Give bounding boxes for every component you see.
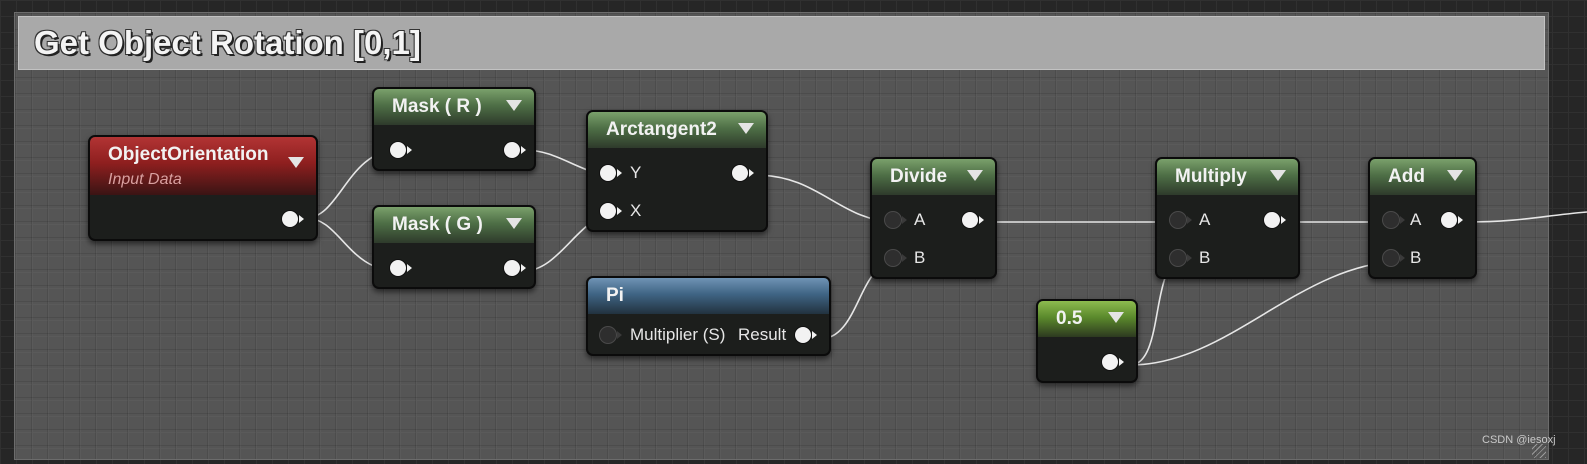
comment-resize-grip-icon[interactable] <box>1532 444 1546 458</box>
arctangent2-header[interactable]: Arctangent2 <box>588 112 766 148</box>
output-pin-result[interactable] <box>795 327 817 343</box>
collapse-chevron-icon[interactable] <box>1447 170 1463 181</box>
constant-node[interactable]: 0.5 <box>1036 299 1138 383</box>
output-pin[interactable] <box>962 212 984 228</box>
node-title: Pi <box>606 285 624 306</box>
pi-header[interactable]: Pi <box>588 278 829 314</box>
pin-label-multiplier: Multiplier (S) <box>630 325 726 344</box>
output-pin[interactable] <box>1441 212 1463 228</box>
input-pin-a[interactable] <box>1383 212 1405 228</box>
input-pin-b[interactable] <box>1383 250 1405 266</box>
collapse-chevron-icon[interactable] <box>967 170 983 181</box>
input-pin-a[interactable] <box>885 212 907 228</box>
object-orientation-node[interactable]: ObjectOrientation Input Data <box>88 135 318 241</box>
node-title: Multiply <box>1175 166 1247 187</box>
comment-title: Get Object Rotation [0,1] <box>34 24 421 61</box>
node-title: 0.5 <box>1056 308 1083 329</box>
collapse-chevron-icon[interactable] <box>288 157 304 168</box>
output-pin[interactable] <box>504 260 526 276</box>
input-pin-b[interactable] <box>1170 250 1192 266</box>
output-pin[interactable] <box>282 211 304 227</box>
pin-label-b: B <box>1199 248 1211 267</box>
pin-label-b: B <box>1410 248 1422 267</box>
output-pin[interactable] <box>1264 212 1286 228</box>
output-pin[interactable] <box>1102 354 1124 370</box>
node-title: Mask ( R ) <box>392 96 482 117</box>
collapse-chevron-icon[interactable] <box>506 100 522 111</box>
node-subtitle: Input Data <box>108 171 182 188</box>
pin-label-a: A <box>1199 210 1211 229</box>
add-header[interactable]: Add <box>1370 159 1475 195</box>
collapse-chevron-icon[interactable] <box>1108 312 1124 323</box>
node-title: Add <box>1388 166 1425 187</box>
output-pin[interactable] <box>504 142 526 158</box>
divide-header[interactable]: Divide <box>872 159 995 195</box>
pin-label-y: Y <box>630 163 642 182</box>
input-pin-b[interactable] <box>885 250 907 266</box>
pin-label-result: Result <box>738 325 787 344</box>
collapse-chevron-icon[interactable] <box>506 218 522 229</box>
input-pin[interactable] <box>390 260 412 276</box>
mask-g-header[interactable]: Mask ( G ) <box>374 207 534 243</box>
collapse-chevron-icon[interactable] <box>738 123 754 134</box>
pin-label-a: A <box>914 210 926 229</box>
node-title: Mask ( G ) <box>392 214 483 235</box>
multiply-node[interactable]: Multiply A B <box>1155 157 1300 279</box>
node-title: Arctangent2 <box>606 119 717 140</box>
input-pin[interactable] <box>390 142 412 158</box>
pin-label-a: A <box>1410 210 1422 229</box>
output-pin[interactable] <box>732 165 754 181</box>
node-title: Divide <box>890 166 948 187</box>
divide-node[interactable]: Divide A B <box>870 157 997 279</box>
pi-node[interactable]: Pi Multiplier (S) Result <box>586 276 831 356</box>
collapse-chevron-icon[interactable] <box>1270 170 1286 181</box>
multiply-header[interactable]: Multiply <box>1157 159 1298 195</box>
mask-r-header[interactable]: Mask ( R ) <box>374 89 534 125</box>
pin-label-b: B <box>914 248 926 267</box>
constant-header[interactable]: 0.5 <box>1038 301 1136 337</box>
input-pin-y[interactable] <box>600 165 622 181</box>
node-title: ObjectOrientation <box>108 144 269 165</box>
add-node[interactable]: Add A B <box>1368 157 1477 279</box>
object-orientation-header[interactable]: ObjectOrientation Input Data <box>90 137 316 195</box>
pin-label-x: X <box>630 201 642 220</box>
input-pin-a[interactable] <box>1170 212 1192 228</box>
input-pin-x[interactable] <box>600 203 622 219</box>
mask-r-node[interactable]: Mask ( R ) <box>372 87 536 171</box>
arctangent2-node[interactable]: Arctangent2 Y X <box>586 110 768 232</box>
input-pin-multiplier[interactable] <box>600 327 622 343</box>
mask-g-node[interactable]: Mask ( G ) <box>372 205 536 289</box>
